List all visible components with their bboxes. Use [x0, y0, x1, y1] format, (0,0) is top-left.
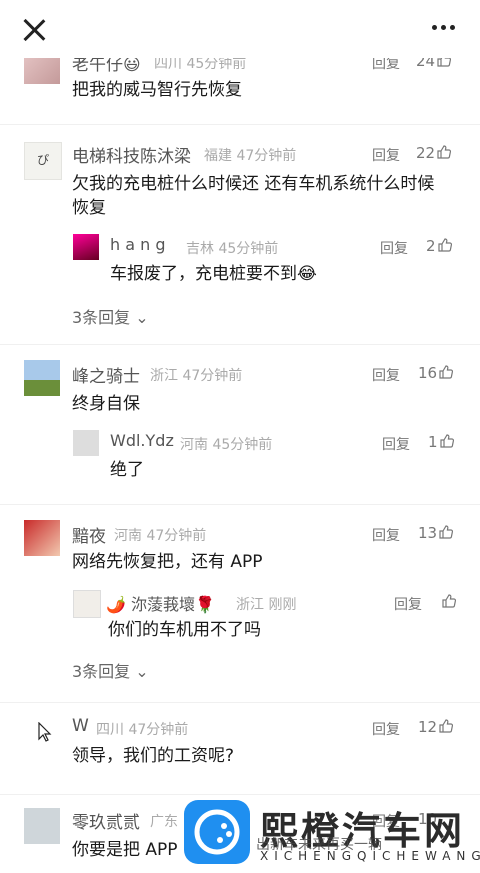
comment-location-time: 浙江 47分钟前	[150, 368, 243, 384]
comment-text: 恢复	[72, 198, 106, 218]
like-count: 12	[418, 718, 438, 736]
comment-item: 峰之骑士 浙江 47分钟前 回复 16 终身自保 Wdl.Ydz 河南 45分钟…	[0, 356, 480, 496]
avatar[interactable]	[24, 520, 60, 556]
like-button[interactable]: 22	[416, 144, 452, 162]
like-button[interactable]	[440, 593, 456, 611]
avatar[interactable]	[73, 430, 99, 456]
comment-text: 领导，我们的工资呢?	[72, 746, 235, 766]
thumbs-up-icon	[439, 719, 454, 733]
comment-item: ぴ 电梯科技陈沐梁 福建 47分钟前 回复 22 欠我的充电桩什么时候还 还有车…	[0, 136, 480, 336]
comment-author[interactable]: W	[72, 716, 89, 736]
comment-author[interactable]: 峰之骑士	[72, 362, 140, 387]
reply-button[interactable]: 回复	[372, 719, 400, 739]
watermark-subtitle: XICHENGQICHEWANG	[260, 849, 480, 863]
comment-location-time: 河南 47分钟前	[114, 528, 207, 544]
thumbs-up-icon	[442, 594, 456, 608]
watermark-logo	[184, 800, 250, 864]
comment-author[interactable]: 电梯科技陈沐梁	[72, 142, 191, 167]
reply-button[interactable]: 回复	[372, 365, 400, 385]
reply-author[interactable]: h a n g	[110, 235, 166, 254]
comment-text: 把我的威马智行先恢复	[72, 80, 242, 100]
reply-location-time: 浙江 刚刚	[236, 597, 297, 613]
avatar[interactable]	[24, 808, 60, 844]
divider	[0, 504, 480, 505]
reply-location-time: 河南 45分钟前	[180, 437, 273, 453]
comment-text: 欠我的充电桩什么时候还 还有车机系统什么时候	[72, 174, 435, 194]
comment-location-time: 广东	[150, 814, 178, 830]
avatar[interactable]: ぴ	[24, 142, 62, 180]
top-bar	[0, 0, 480, 58]
more-replies-button[interactable]: 3条回复 ⌄	[72, 658, 149, 682]
like-button[interactable]: 16	[418, 364, 454, 382]
thumbs-up-icon	[439, 434, 454, 448]
divider	[0, 124, 480, 125]
divider	[0, 702, 480, 703]
more-options-icon[interactable]	[430, 22, 458, 32]
like-count: 1	[428, 433, 438, 451]
thumbs-up-icon	[439, 365, 454, 379]
comment-item: W 四川 47分钟前 回复 12 领导，我们的工资呢?	[0, 712, 480, 792]
like-count: 16	[418, 364, 438, 382]
thumbs-up-icon	[437, 145, 452, 159]
like-count: 2	[426, 237, 436, 255]
reply-button[interactable]: 回复	[382, 434, 410, 454]
reply-button[interactable]: 回复	[372, 145, 400, 165]
like-count: 13	[418, 524, 438, 542]
more-replies-button[interactable]: 3条回复 ⌄	[72, 304, 149, 328]
like-button[interactable]: 13	[418, 524, 454, 542]
reply-text: 你们的车机用不了吗	[108, 620, 261, 640]
comment-location-time: 福建 47分钟前	[204, 148, 297, 164]
avatar[interactable]	[73, 234, 99, 260]
comment-author[interactable]: 黯夜	[72, 522, 106, 547]
reply-button[interactable]: 回复	[372, 525, 400, 545]
reply-author[interactable]: Wdl.Ydz	[110, 431, 174, 450]
reply-text: 车报废了，充电桩要不到😂	[110, 264, 317, 284]
thumbs-up-icon	[437, 238, 452, 252]
close-icon[interactable]	[22, 18, 46, 42]
avatar[interactable]	[73, 590, 101, 618]
reply-button[interactable]: 回复	[394, 594, 422, 614]
thumbs-up-icon	[439, 525, 454, 539]
reply-author[interactable]: 🌶️ 沵蔆莪壞🌹	[106, 591, 215, 615]
avatar[interactable]	[24, 360, 60, 396]
reply-button[interactable]: 回复	[380, 238, 408, 258]
reply-text: 绝了	[110, 460, 144, 480]
comment-text: 你要是把 APP	[72, 840, 178, 860]
divider	[0, 344, 480, 345]
cursor-icon	[38, 722, 52, 742]
reply-location-time: 吉林 45分钟前	[186, 241, 279, 257]
like-button[interactable]: 12	[418, 718, 454, 736]
comment-text: 网络先恢复把，还有 APP	[72, 552, 263, 572]
like-button[interactable]: 2	[426, 237, 452, 255]
comment-location-time: 四川 47分钟前	[96, 722, 189, 738]
comment-author[interactable]: 零玖贰贰	[72, 808, 140, 833]
comment-item: 黯夜 河南 47分钟前 回复 13 网络先恢复把，还有 APP 🌶️ 沵蔆莪壞🌹…	[0, 516, 480, 696]
watermark: 熙橙汽车网 出新车未来再买一辆 XICHENGQICHEWANG	[180, 796, 480, 873]
divider	[0, 794, 480, 795]
like-button[interactable]: 1	[428, 433, 454, 451]
comment-text: 终身自保	[72, 394, 140, 414]
like-count: 22	[416, 144, 436, 162]
